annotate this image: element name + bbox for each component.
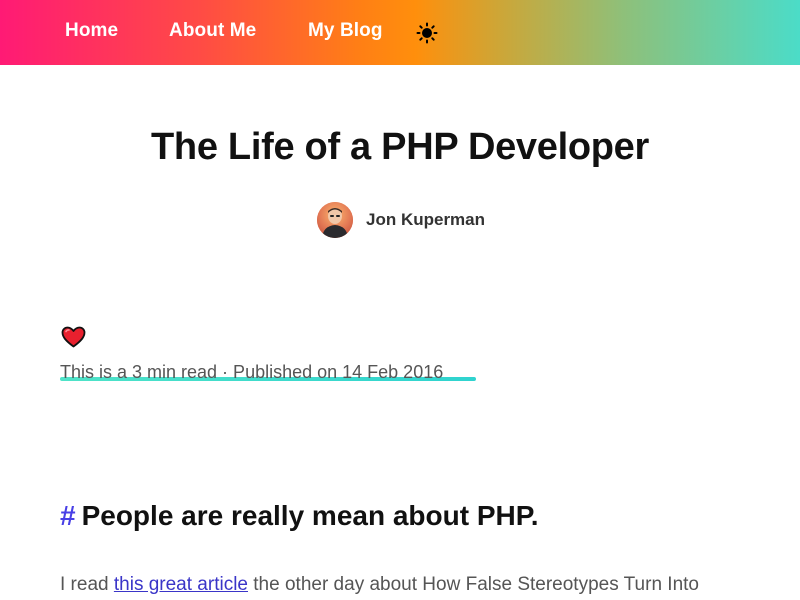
page-title: The Life of a PHP Developer [151,126,649,168]
paragraph-text-before: I read [60,574,114,595]
author-block: Jon Kuperman [317,202,485,238]
section-heading-text: People are really mean about PHP. [81,500,539,531]
nav-about-link[interactable]: About Me [169,20,256,42]
nav-home-link[interactable]: Home [65,20,118,42]
post-meta: This is a 3 min read · Published on 14 F… [60,362,443,383]
top-nav: Home About Me My Blog [0,0,800,65]
avatar[interactable] [317,202,353,238]
nav-blog-link[interactable]: My Blog [308,20,383,42]
heading-anchor-link[interactable]: # [60,500,76,531]
post-meta-text: This is a 3 min read · Published on 14 F… [60,362,444,382]
author-name[interactable]: Jon Kuperman [366,210,485,230]
sun-icon[interactable] [416,22,438,44]
section-heading: # People are really mean about PHP. [60,500,539,532]
intro-paragraph: I read this great article the other day … [60,574,699,596]
article-link[interactable]: this great article [114,574,248,595]
heart-icon[interactable] [61,326,86,348]
paragraph-text-after: the other day about How False Stereotype… [248,574,699,595]
